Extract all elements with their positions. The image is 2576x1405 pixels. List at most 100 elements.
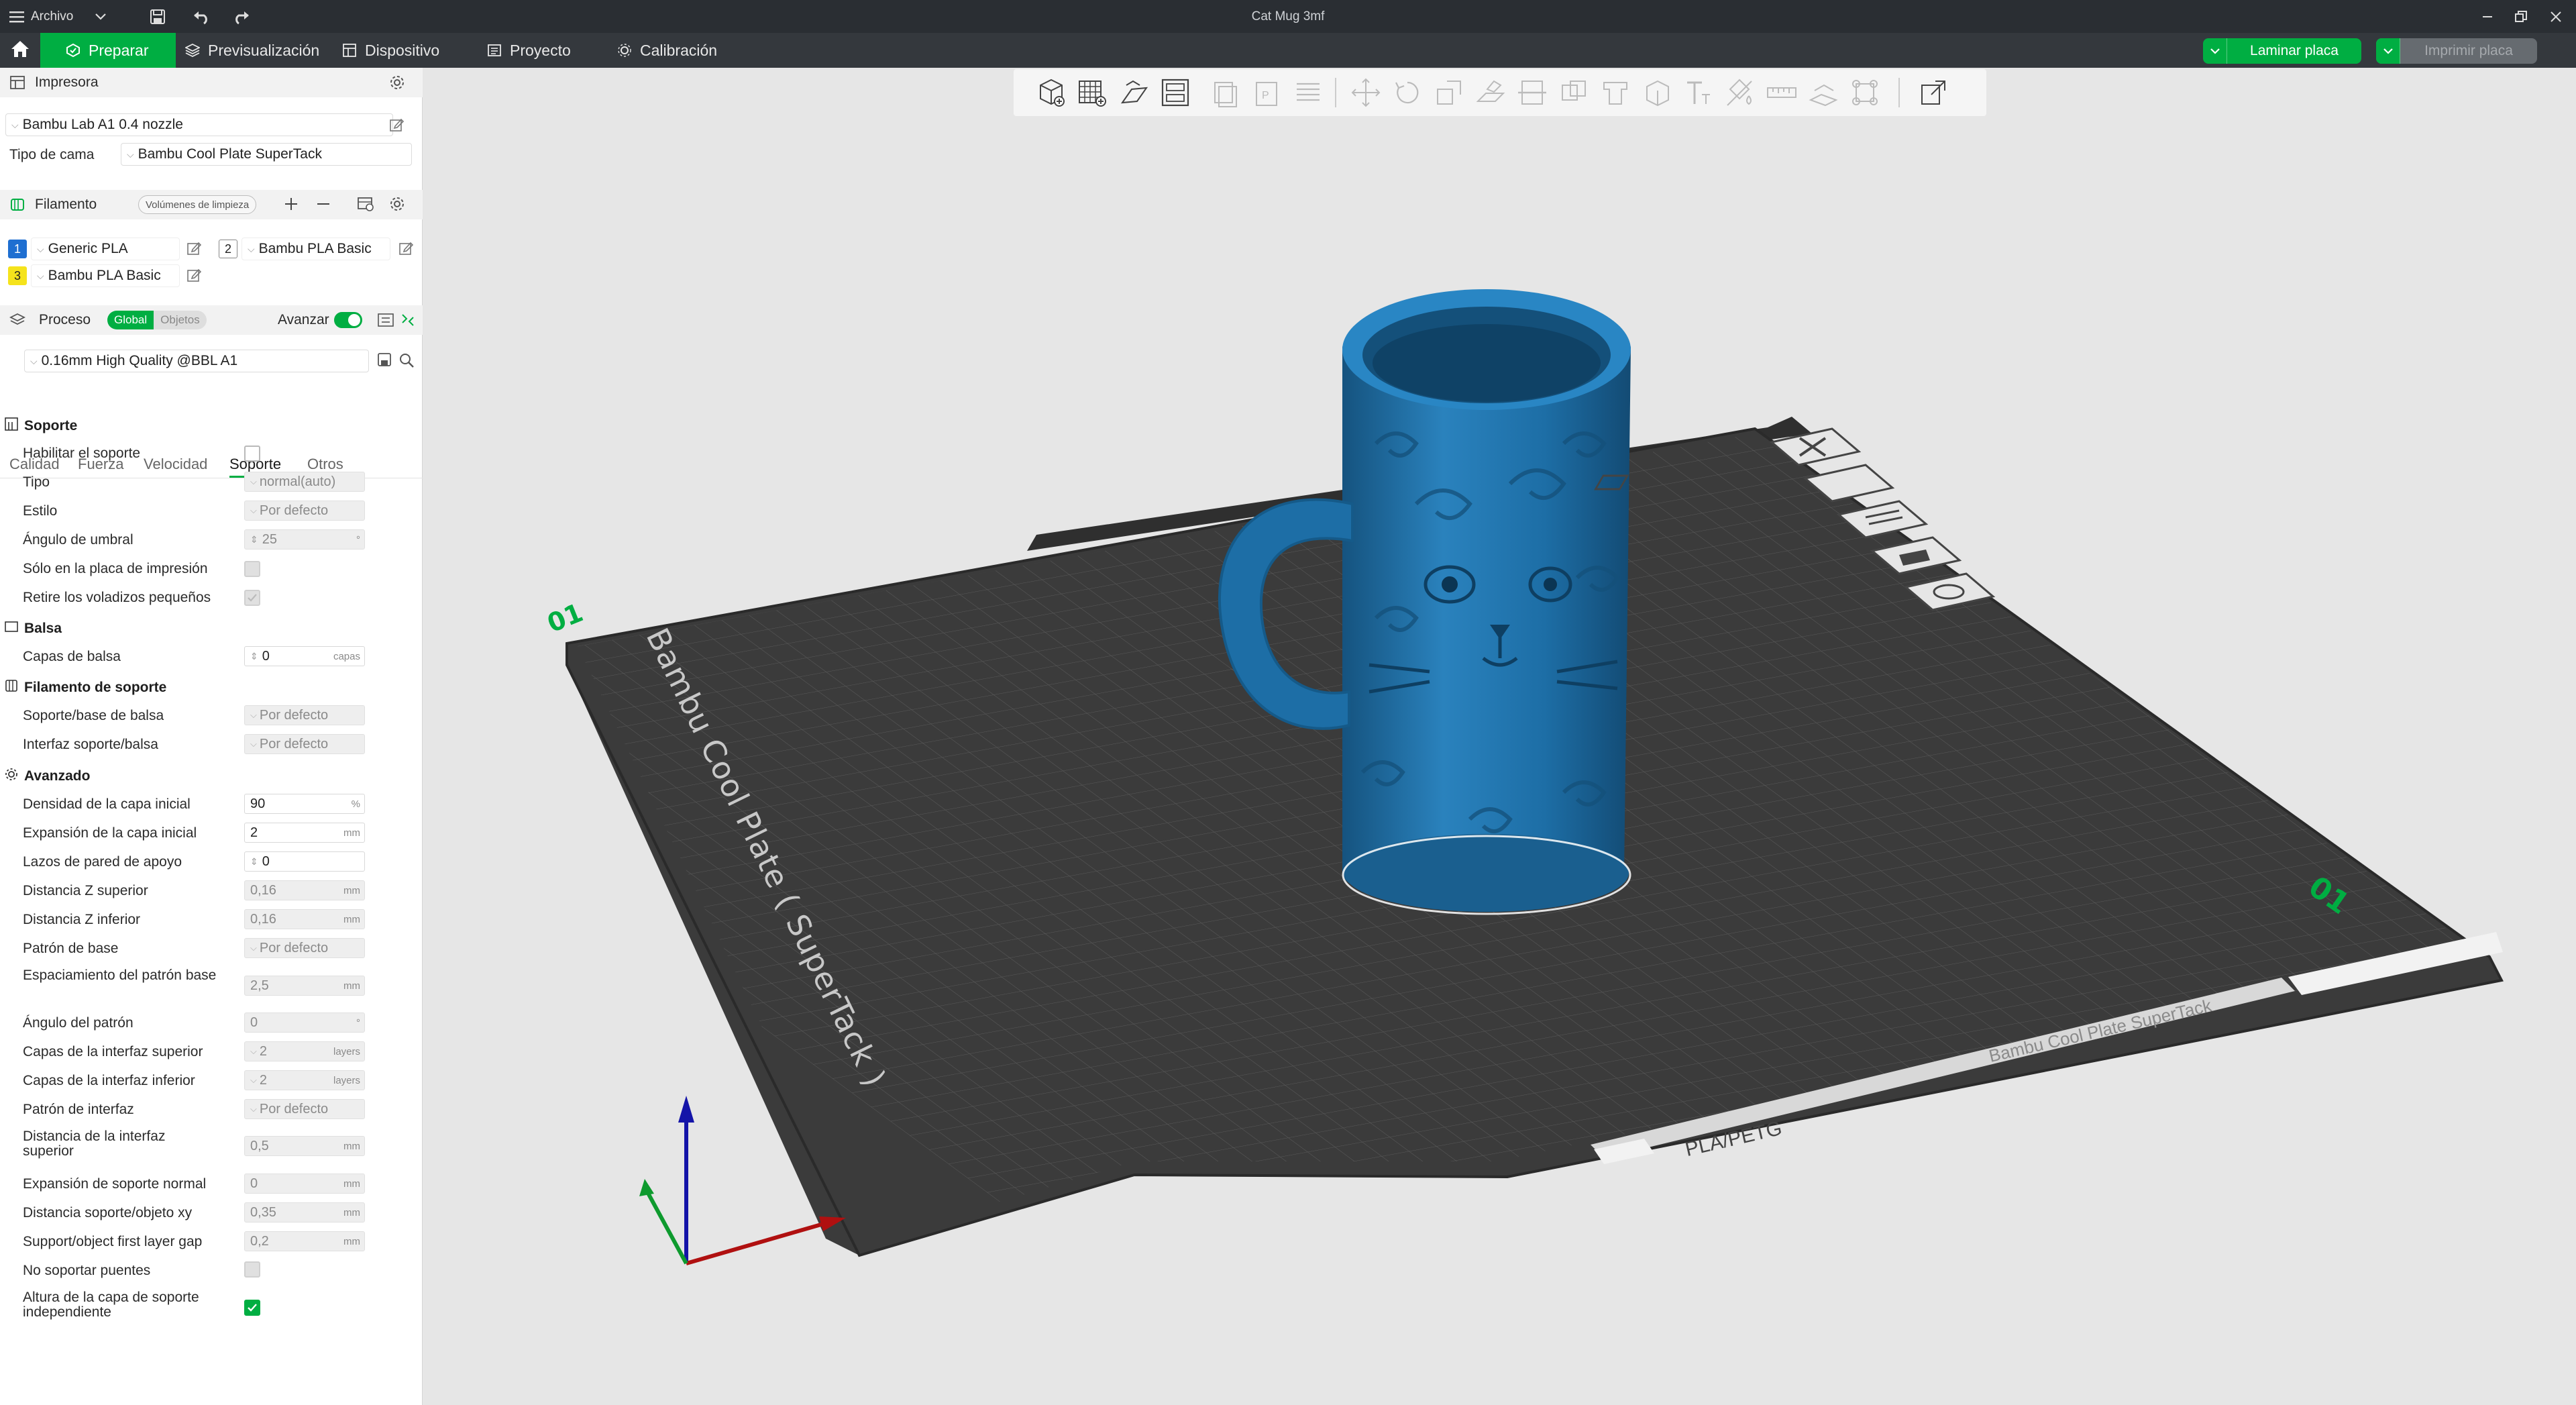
field-value: Por defecto xyxy=(259,940,329,955)
tab-label: Preparar xyxy=(89,41,149,59)
top-interface-spacing-input[interactable]: 0,5 mm xyxy=(244,1136,365,1156)
printer-section-header: Impresora xyxy=(0,68,423,97)
remove-small-overhangs-label: Retire los voladizos pequeños xyxy=(23,590,211,605)
edit-filament-icon[interactable] xyxy=(398,241,414,256)
raft-layers-input[interactable]: ⇕ 0 capas xyxy=(244,646,365,666)
tab-proyecto[interactable]: Proyecto xyxy=(478,33,580,68)
list-view-icon[interactable] xyxy=(377,312,394,332)
independent-layer-height-checkbox[interactable] xyxy=(244,1300,260,1316)
tab-velocidad[interactable]: Velocidad xyxy=(144,456,207,473)
base-pattern-select[interactable]: ⌵ Por defecto xyxy=(244,938,365,958)
chevron-down-icon: ⌵ xyxy=(250,505,257,515)
on-plate-only-label: Sólo en la placa de impresión xyxy=(23,561,208,576)
close-icon[interactable] xyxy=(2537,0,2575,33)
flush-volumes-button[interactable]: Volúmenes de limpieza xyxy=(138,195,257,214)
bed-type-value: Bambu Cool Plate SuperTack xyxy=(138,146,322,162)
file-menu-chevron-icon[interactable] xyxy=(94,0,107,33)
filament-slot-1-name: Generic PLA xyxy=(48,241,128,256)
pattern-angle-input[interactable]: 0 ° xyxy=(244,1012,365,1033)
normal-support-expansion-input[interactable]: 0 mm xyxy=(244,1174,365,1194)
support-wall-loops-input[interactable]: ⇕ 0 xyxy=(244,851,365,872)
remove-small-overhangs-checkbox[interactable] xyxy=(244,590,260,606)
threshold-angle-value: 25 xyxy=(262,531,277,547)
sync-ams-icon[interactable] xyxy=(357,196,374,216)
threshold-angle-input[interactable]: ⇕ 25 ° xyxy=(244,529,365,550)
process-section-title: Proceso xyxy=(39,312,91,327)
filament-slot-3-badge: 3 xyxy=(8,266,27,285)
base-pattern-spacing-input[interactable]: 2,5 mm xyxy=(244,976,365,996)
support-object-xy-input[interactable]: 0,35 mm xyxy=(244,1202,365,1222)
support-interface-raft-select[interactable]: ⌵ Por defecto xyxy=(244,734,365,754)
tab-label: Dispositivo xyxy=(365,41,440,59)
edit-filament-icon[interactable] xyxy=(186,241,202,256)
file-menu[interactable]: Archivo xyxy=(9,0,73,33)
tab-otros[interactable]: Otros xyxy=(307,456,343,473)
minimize-icon[interactable] xyxy=(2469,0,2506,33)
bottom-interface-layers-select[interactable]: ⌵ 2 layers xyxy=(244,1070,365,1090)
filament-slot-3-select[interactable]: ⌵ Bambu PLA Basic xyxy=(31,264,180,287)
initial-layer-expansion-input[interactable]: 2 mm xyxy=(244,823,365,843)
field-value: 0 xyxy=(262,853,270,869)
filament-section-title: Filamento xyxy=(35,197,97,212)
field-value: 0,35 xyxy=(250,1204,276,1220)
toggle-global[interactable]: Global xyxy=(107,311,154,329)
field-unit: layers xyxy=(333,1074,360,1086)
field-value: 0,5 xyxy=(250,1138,269,1153)
undo-icon[interactable] xyxy=(192,0,211,33)
bed-type-select[interactable]: ⌵ Bambu Cool Plate SuperTack xyxy=(121,143,412,166)
top-z-distance-input[interactable]: 0,16 mm xyxy=(244,880,365,900)
settings-sidebar: Impresora ⌵ Bambu Lab A1 0.4 nozzle Tipo… xyxy=(0,68,423,1405)
save-preset-icon[interactable] xyxy=(377,352,392,371)
tab-previsualizacion[interactable]: Previsualización xyxy=(176,33,329,68)
filament-settings-gear-icon[interactable] xyxy=(389,196,405,216)
slot-number: 1 xyxy=(13,242,21,256)
initial-layer-density-input[interactable]: 90 % xyxy=(244,794,365,814)
tab-calibracion[interactable]: Calibración xyxy=(608,33,727,68)
tab-preparar[interactable]: Preparar xyxy=(40,33,176,68)
advanced-label: Avanzar xyxy=(278,312,329,327)
restore-icon[interactable] xyxy=(2502,0,2540,33)
slice-plate-button[interactable]: Laminar placa xyxy=(2203,38,2361,64)
search-icon[interactable] xyxy=(398,352,415,372)
save-icon[interactable] xyxy=(149,0,166,33)
chevron-down-icon[interactable] xyxy=(2203,38,2227,64)
compare-icon[interactable] xyxy=(400,312,416,332)
interface-pattern-label: Patrón de interfaz xyxy=(23,1102,134,1117)
hamburger-icon xyxy=(9,11,24,23)
edit-printer-icon[interactable] xyxy=(389,117,405,132)
device-icon xyxy=(342,43,357,58)
printer-select[interactable]: ⌵ Bambu Lab A1 0.4 nozzle xyxy=(5,113,393,136)
filament-slot-1-select[interactable]: ⌵ Generic PLA xyxy=(31,238,180,260)
chevron-down-icon[interactable] xyxy=(2376,38,2400,64)
printer-settings-gear-icon[interactable] xyxy=(389,74,405,95)
edit-filament-icon[interactable] xyxy=(186,268,202,282)
top-interface-layers-label: Capas de la interfaz superior xyxy=(23,1044,203,1059)
global-objects-toggle[interactable]: Global Objetos xyxy=(107,311,207,329)
no-bridges-checkbox[interactable] xyxy=(244,1261,260,1278)
support-type-select[interactable]: ⌵ normal(auto) xyxy=(244,472,365,492)
process-preset-select[interactable]: ⌵ 0.16mm High Quality @BBL A1 xyxy=(24,350,369,372)
add-filament-icon[interactable] xyxy=(283,196,299,216)
interface-pattern-select[interactable]: ⌵ Por defecto xyxy=(244,1099,365,1119)
remove-filament-icon[interactable] xyxy=(315,196,331,216)
print-plate-button[interactable]: Imprimir placa xyxy=(2376,38,2537,64)
3d-viewport[interactable]: P 01 01 Bambu Cool Plate (SuperTack) B… xyxy=(423,68,2576,1405)
support-filament-group-title: Filamento de soporte xyxy=(24,680,167,695)
support-base-raft-select[interactable]: ⌵ Por defecto xyxy=(244,705,365,725)
on-plate-only-checkbox[interactable] xyxy=(244,561,260,577)
bottom-z-distance-input[interactable]: 0,16 mm xyxy=(244,909,365,929)
home-button[interactable] xyxy=(0,33,40,68)
redo-icon[interactable] xyxy=(232,0,251,33)
filament-slot-2-select[interactable]: ⌵ Bambu PLA Basic xyxy=(241,238,390,260)
tab-dispositivo[interactable]: Dispositivo xyxy=(333,33,449,68)
threshold-angle-label: Ángulo de umbral xyxy=(23,532,133,548)
pattern-angle-label: Ángulo del patrón xyxy=(23,1015,133,1031)
normal-support-expansion-label: Expansión de soporte normal xyxy=(23,1176,207,1192)
enable-support-checkbox[interactable] xyxy=(244,446,260,462)
first-layer-gap-input[interactable]: 0,2 mm xyxy=(244,1231,365,1251)
support-style-select[interactable]: ⌵ Por defecto xyxy=(244,501,365,521)
toggle-objects[interactable]: Objetos xyxy=(154,311,207,329)
advanced-group-heading: Avanzado xyxy=(4,767,90,786)
top-interface-layers-select[interactable]: ⌵ 2 layers xyxy=(244,1041,365,1061)
advanced-switch[interactable] xyxy=(334,312,362,328)
